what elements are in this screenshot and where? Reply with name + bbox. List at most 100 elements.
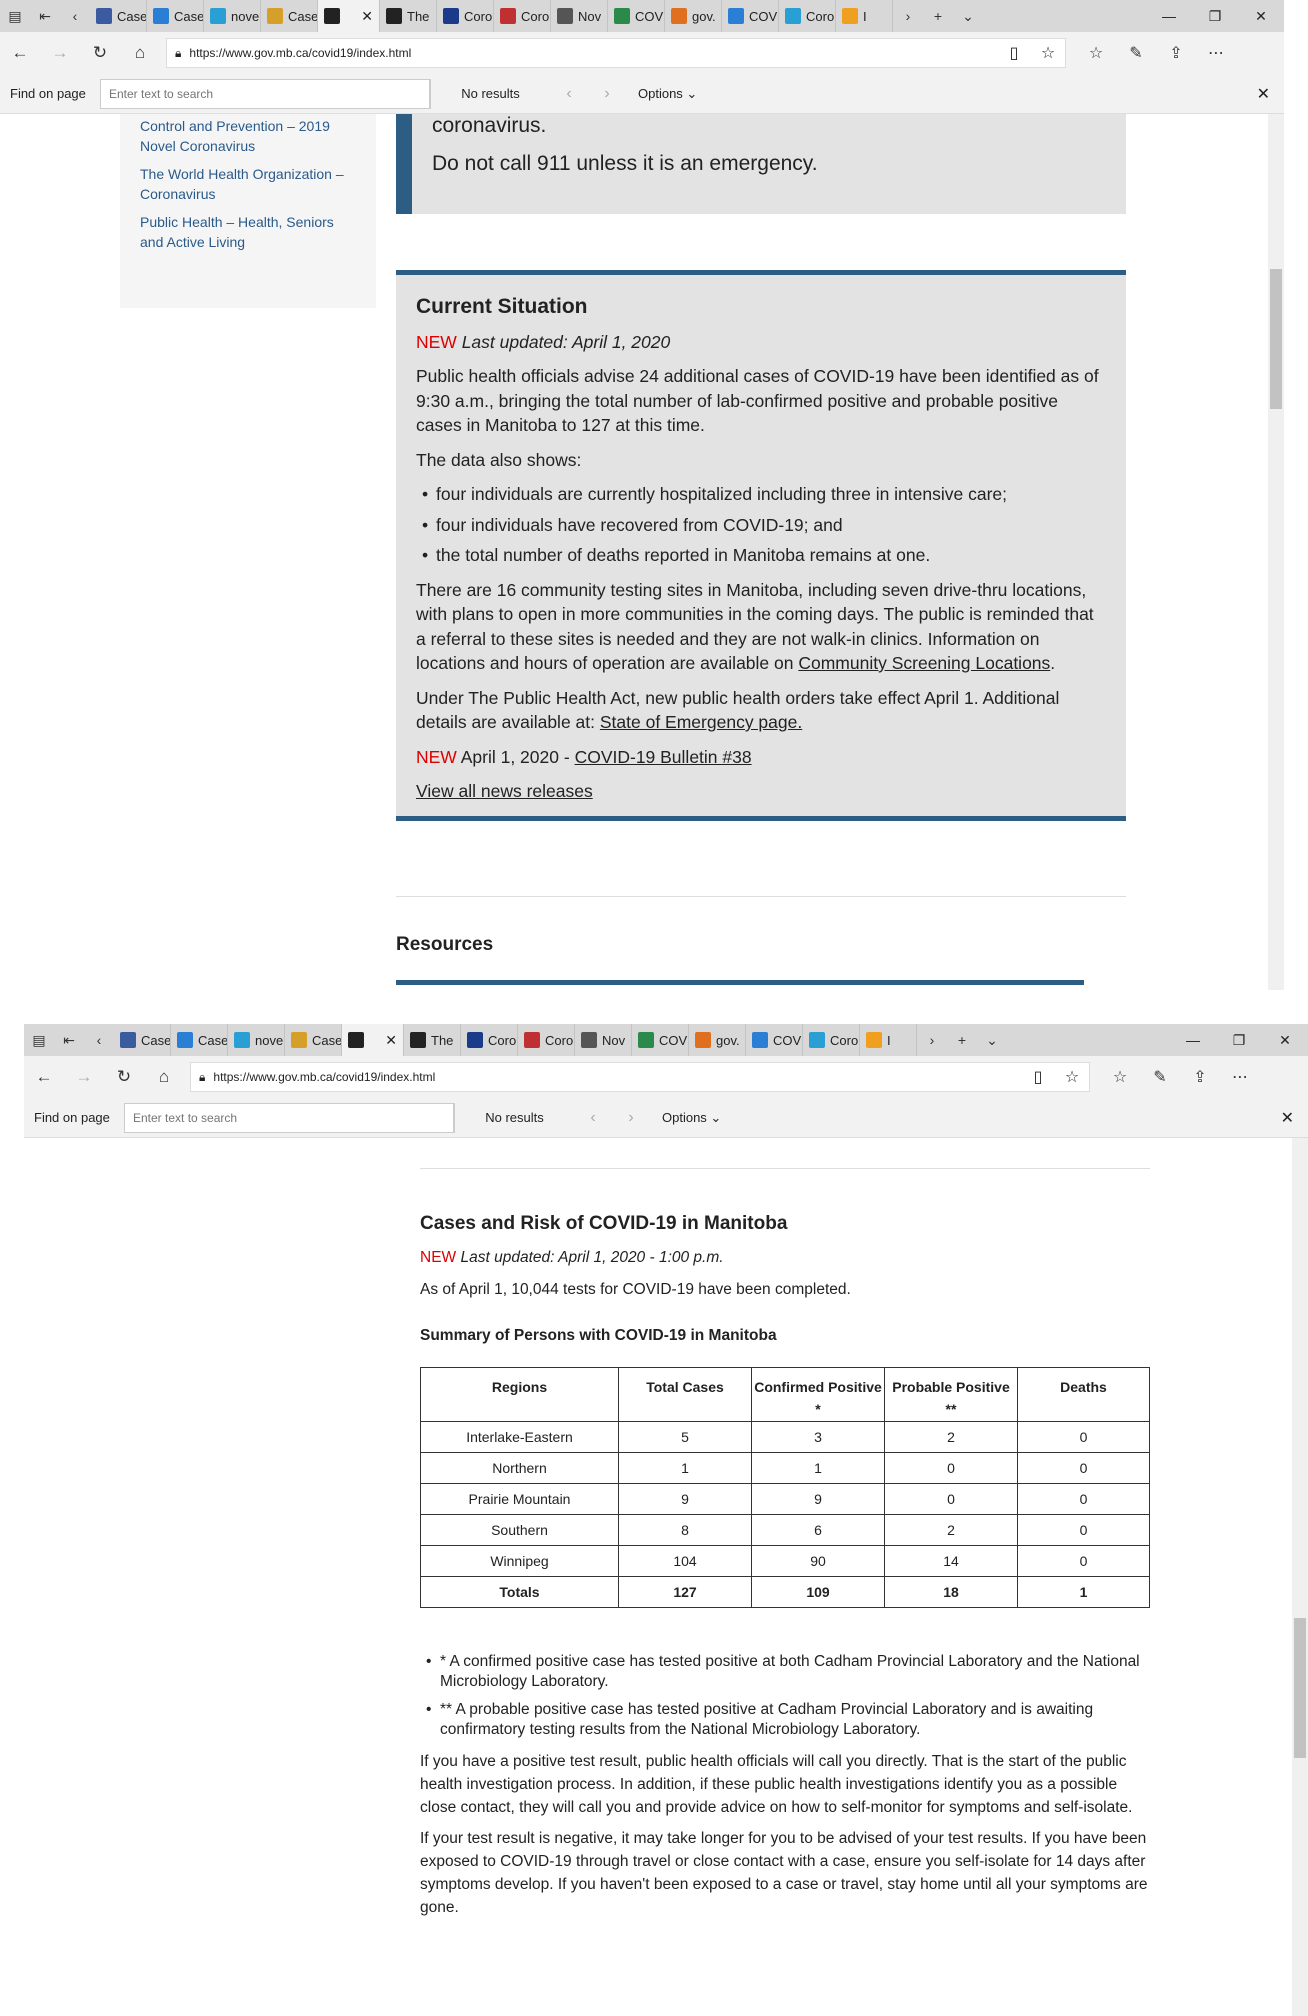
restore-icon[interactable]: ❐ [1192,0,1238,32]
share-icon[interactable]: ⇪ [1180,1067,1220,1087]
tab[interactable]: gov. [689,1024,746,1056]
scrollbar-thumb[interactable] [1270,269,1282,409]
tab[interactable]: The [380,0,437,32]
find-close-icon[interactable]: ✕ [1257,84,1270,104]
close-window-icon[interactable]: ✕ [1238,0,1284,32]
state-of-emergency-link[interactable]: State of Emergency page. [600,712,802,732]
minimize-icon[interactable]: — [1170,1024,1216,1056]
tab[interactable]: Case [285,1024,342,1056]
tab[interactable]: Coro [518,1024,575,1056]
sidebar-link[interactable]: Public Health – Health, Seniors and Acti… [140,212,356,252]
address-bar[interactable]: 🔒︎ https://www.gov.mb.ca/covid19/index.h… [190,1062,1090,1092]
tab[interactable]: nove [228,1024,285,1056]
scroll-tabs-right-icon[interactable]: › [917,1024,947,1056]
tab[interactable]: Coro [494,0,551,32]
cbc-icon [96,8,112,24]
more-icon[interactable]: ⋯ [1196,43,1236,63]
tab-manager-icon[interactable]: ▤ [0,0,30,32]
set-aside-tabs-icon[interactable]: ⇤ [30,0,60,32]
find-input[interactable] [100,78,430,109]
scrollbar[interactable] [1268,114,1284,990]
find-next-icon[interactable]: › [612,1109,650,1127]
tab-label: Nov [602,1032,626,1048]
set-aside-tabs-icon[interactable]: ⇤ [54,1024,84,1056]
close-window-icon[interactable]: ✕ [1262,1024,1308,1056]
find-input[interactable] [124,1102,454,1133]
tab[interactable]: Nov [551,0,608,32]
home-icon[interactable]: ⌂ [120,32,160,74]
view-all-news-link[interactable]: View all news releases [416,781,593,801]
new-tab-icon[interactable]: + [947,1024,977,1056]
share-icon[interactable]: ⇪ [1156,43,1196,63]
find-options-button[interactable]: Options ⌄ [662,1110,721,1126]
tab-label: COV [773,1032,802,1048]
find-prev-icon[interactable]: ‹ [550,85,588,103]
tab[interactable]: Coro [437,0,494,32]
scroll-tabs-right-icon[interactable]: › [893,0,923,32]
scroll-tabs-left-icon[interactable]: ‹ [84,1024,114,1056]
home-icon[interactable]: ⌂ [144,1056,184,1098]
notes-icon[interactable]: ✎ [1140,1067,1180,1087]
back-icon[interactable]: ← [24,1056,64,1098]
reading-view-icon[interactable]: ▯ [997,43,1031,63]
refresh-icon[interactable]: ↻ [80,32,120,74]
tab-manager-icon[interactable]: ▤ [24,1024,54,1056]
table-row: Interlake-Eastern 5 3 2 0 [420,1421,1150,1453]
tab-label: Coro [545,1032,574,1048]
more-icon[interactable]: ⋯ [1220,1067,1260,1087]
find-next-icon[interactable]: › [588,85,626,103]
tab[interactable]: COV [746,1024,803,1056]
tab[interactable]: The [404,1024,461,1056]
tab[interactable]: I [860,1024,917,1056]
reading-view-icon[interactable]: ▯ [1021,1067,1055,1087]
find-close-icon[interactable]: ✕ [1281,1108,1294,1128]
lock-icon: 🔒︎ [199,1069,206,1084]
restore-icon[interactable]: ❐ [1216,1024,1262,1056]
close-tab-icon[interactable]: ✕ [385,1032,397,1049]
find-prev-icon[interactable]: ‹ [574,1109,612,1127]
tab[interactable]: ✕ [342,1024,404,1056]
tab[interactable]: Case [171,1024,228,1056]
tab[interactable]: nove [204,0,261,32]
table-cell: Prairie Mountain [420,1483,619,1515]
sidebar-link[interactable]: The World Health Organization – Coronavi… [140,164,356,204]
tab[interactable]: COV [608,0,665,32]
tab[interactable]: COV [722,0,779,32]
close-tab-icon[interactable]: ✕ [361,8,373,25]
forward-icon[interactable]: → [64,1056,104,1098]
tab[interactable]: Case [90,0,147,32]
forward-icon[interactable]: → [40,32,80,74]
scrollbar[interactable] [1292,1138,1308,2016]
tab[interactable]: Case [147,0,204,32]
tab[interactable]: COV [632,1024,689,1056]
bulletin-link[interactable]: COVID-19 Bulletin #38 [575,747,752,767]
tab[interactable]: Coro [779,0,836,32]
tab[interactable]: gov. [665,0,722,32]
favorites-icon[interactable]: ☆ [1100,1067,1140,1087]
tab[interactable]: Case [114,1024,171,1056]
favorite-star-icon[interactable]: ☆ [1031,43,1065,63]
sidebar-link[interactable]: Control and Prevention – 2019 Novel Coro… [140,116,356,156]
tab-list-icon[interactable]: ⌄ [953,0,983,32]
tab-bar: ▤ ⇤ ‹ Case Case nove Case ✕ The Coro Coro Nov COV… [0,0,1284,32]
minimize-icon[interactable]: — [1146,0,1192,32]
address-bar[interactable]: 🔒︎ https://www.gov.mb.ca/covid19/index.h… [166,38,1066,68]
favorite-star-icon[interactable]: ☆ [1055,1067,1089,1087]
favorites-icon[interactable]: ☆ [1076,43,1116,63]
screening-locations-link[interactable]: Community Screening Locations [798,653,1050,673]
notes-icon[interactable]: ✎ [1116,43,1156,63]
tab[interactable]: Nov [575,1024,632,1056]
find-options-button[interactable]: Options ⌄ [638,86,697,102]
tab[interactable]: Case [261,0,318,32]
scroll-tabs-left-icon[interactable]: ‹ [60,0,90,32]
refresh-icon[interactable]: ↻ [104,1056,144,1098]
tab[interactable]: Coro [803,1024,860,1056]
tab[interactable]: Coro [461,1024,518,1056]
tab[interactable]: I [836,0,893,32]
situation-p2: The data also shows: [416,449,582,470]
back-icon[interactable]: ← [0,32,40,74]
new-tab-icon[interactable]: + [923,0,953,32]
tab[interactable]: ✕ [318,0,380,32]
scrollbar-thumb[interactable] [1294,1618,1306,1758]
tab-list-icon[interactable]: ⌄ [977,1024,1007,1056]
